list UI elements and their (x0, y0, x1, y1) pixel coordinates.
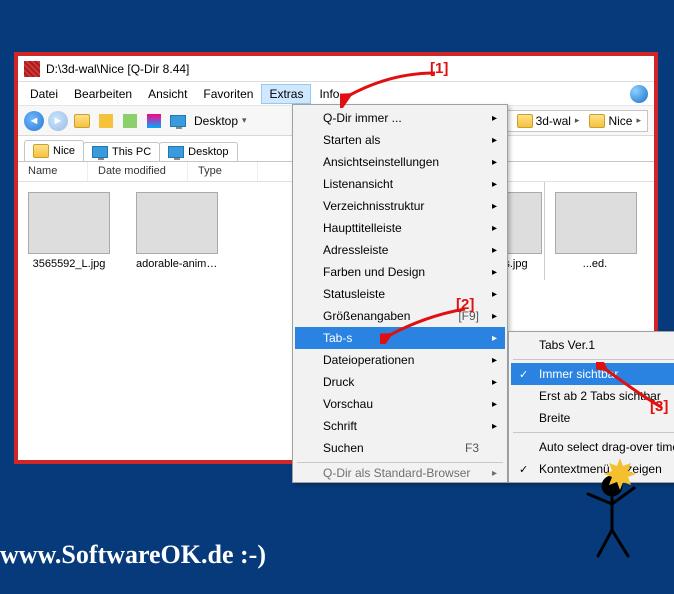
crumb-nice[interactable]: Nice▸ (585, 114, 645, 128)
file-item[interactable]: dalmatiner_welpe_... (655, 192, 656, 270)
toolbar-btn-2[interactable] (96, 111, 116, 131)
menu-item[interactable]: Dateioperationen▸ (295, 349, 505, 371)
toolbar-btn-1[interactable] (72, 111, 92, 131)
menu-item[interactable]: Größenangaben[F9]▸ (295, 305, 505, 327)
submenu-item[interactable]: Tabs Ver.1 (511, 334, 674, 356)
menu-info[interactable]: Info (311, 84, 347, 104)
menu-item[interactable]: Q-Dir immer ...▸ (295, 107, 505, 129)
submenu-item[interactable]: Breite▸ (511, 407, 674, 429)
col-date[interactable]: Date modified (88, 162, 188, 181)
folder-icon (33, 144, 49, 158)
monitor-icon (92, 146, 108, 158)
menu-item[interactable]: SuchenF3 (295, 437, 505, 459)
crumb-3dwal[interactable]: 3d-wal▸ (513, 114, 584, 128)
monitor-icon (168, 146, 184, 158)
col-type[interactable]: Type (188, 162, 258, 181)
menu-item[interactable]: Druck▸ (295, 371, 505, 393)
tab-thispc[interactable]: This PC (83, 142, 160, 161)
nav-back-button[interactable]: ◄ (24, 111, 44, 131)
toolbar-desktop-icon[interactable] (168, 111, 188, 131)
menu-item[interactable]: Haupttitelleiste▸ (295, 217, 505, 239)
app-icon (24, 61, 40, 77)
menu-item[interactable]: Q-Dir als Standard-Browser▸ (295, 466, 505, 480)
stickfigure-icon (570, 452, 650, 562)
nav-forward-button[interactable]: ► (48, 111, 68, 131)
folder-icon (517, 114, 533, 128)
file-item[interactable]: adorable-animal-a... (136, 192, 218, 270)
menu-item[interactable]: Verzeichnisstruktur▸ (295, 195, 505, 217)
menu-item[interactable]: Adressleiste▸ (295, 239, 505, 261)
menu-item[interactable]: Listenansicht▸ (295, 173, 505, 195)
menu-datei[interactable]: Datei (22, 84, 66, 104)
menubar: Datei Bearbeiten Ansicht Favoriten Extra… (18, 82, 654, 106)
extras-menu: Q-Dir immer ...▸Starten als▸Ansichtseins… (292, 104, 508, 483)
submenu-item[interactable]: ✓Immer sichtbar (511, 363, 674, 385)
menu-item[interactable]: Vorschau▸ (295, 393, 505, 415)
tab-nice[interactable]: Nice (24, 140, 84, 161)
thumbnail-icon (28, 192, 110, 254)
submenu-item[interactable]: Erst ab 2 Tabs sichtbar (511, 385, 674, 407)
menu-bearbeiten[interactable]: Bearbeiten (66, 84, 140, 104)
thumbnail-icon (136, 192, 218, 254)
menu-ansicht[interactable]: Ansicht (140, 84, 195, 104)
window-title: D:\3d-wal\Nice [Q-Dir 8.44] (46, 62, 189, 76)
tab-desktop[interactable]: Desktop (159, 142, 237, 161)
menu-item[interactable]: Statusleiste▸ (295, 283, 505, 305)
menu-item[interactable]: Starten als▸ (295, 129, 505, 151)
toolbar-btn-3[interactable] (120, 111, 140, 131)
menu-item[interactable]: Schrift▸ (295, 415, 505, 437)
file-item[interactable]: 3565592_L.jpg (28, 192, 110, 270)
col-name[interactable]: Name (18, 162, 88, 181)
menu-item[interactable]: Farben und Design▸ (295, 261, 505, 283)
menu-item[interactable]: Tab-s▸ (295, 327, 505, 349)
globe-icon[interactable] (630, 85, 648, 103)
menu-favoriten[interactable]: Favoriten (195, 84, 261, 104)
thumbnail-icon (655, 192, 656, 254)
menu-item[interactable]: Ansichtseinstellungen▸ (295, 151, 505, 173)
thumbnail-icon (555, 192, 637, 254)
menu-extras[interactable]: Extras (261, 84, 311, 104)
folder-icon (589, 114, 605, 128)
right-pane: ...ed. dalmatiner_welpe_... dalmatine (544, 182, 656, 280)
chevron-down-icon[interactable]: ▾ (242, 115, 247, 126)
file-item[interactable]: ...ed. (555, 192, 635, 270)
footer-url: www.SoftwareOK.de :-) (0, 540, 266, 570)
toolbar-btn-4[interactable] (144, 111, 164, 131)
toolbar-desktop-label[interactable]: Desktop (194, 114, 238, 128)
titlebar: D:\3d-wal\Nice [Q-Dir 8.44] (18, 56, 654, 82)
